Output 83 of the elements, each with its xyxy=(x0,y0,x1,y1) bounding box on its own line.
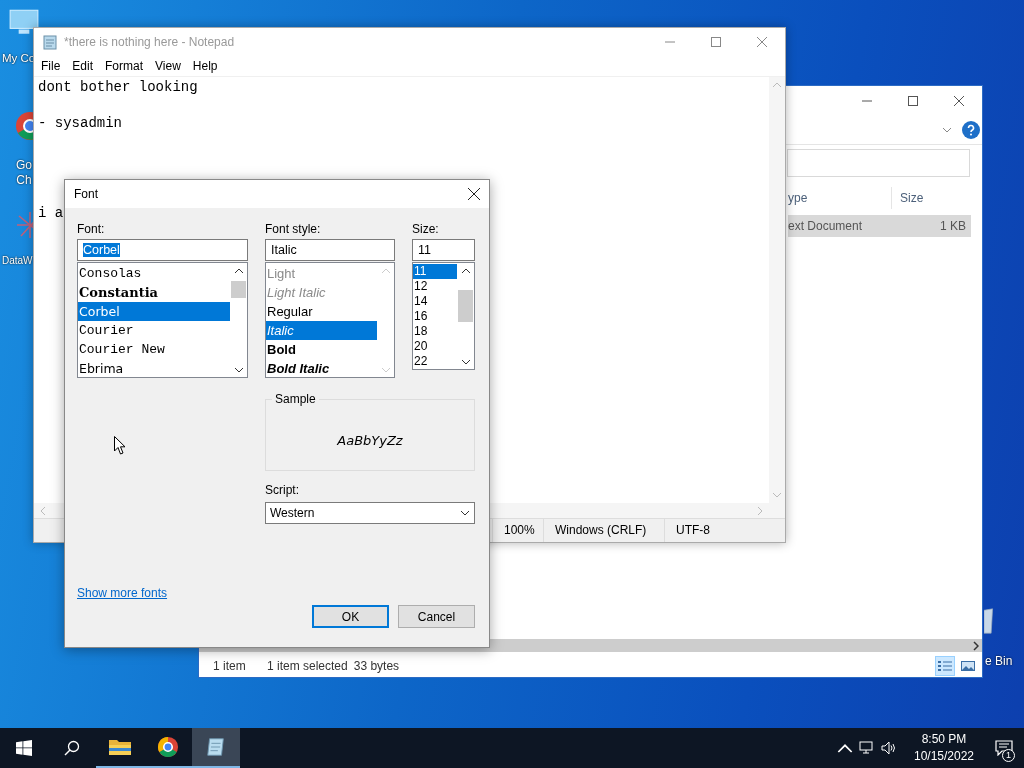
notifications-button[interactable]: 1 xyxy=(984,728,1024,768)
notification-count: 1 xyxy=(1002,749,1015,762)
font-size-item[interactable]: 18 xyxy=(413,324,457,339)
desktop-icon-label[interactable]: Go Ch xyxy=(14,158,34,188)
notepad-taskbar-button[interactable] xyxy=(192,728,240,768)
font-style-item[interactable]: Regular xyxy=(266,302,377,321)
font-size-item[interactable]: 16 xyxy=(413,309,457,324)
maximize-icon[interactable] xyxy=(711,37,721,47)
font-list-item[interactable]: Courier New xyxy=(78,340,230,359)
notepad-icon xyxy=(42,34,58,50)
encoding: UTF-8 xyxy=(664,519,710,542)
ok-button[interactable]: OK xyxy=(312,605,389,628)
message-icon[interactable] xyxy=(995,740,1013,756)
font-size-item[interactable]: 12 xyxy=(413,279,457,294)
selection-size: 33 bytes xyxy=(353,659,400,673)
font-style-item[interactable]: Bold Italic xyxy=(266,359,377,378)
show-more-fonts-link[interactable]: Show more fonts xyxy=(77,586,168,600)
script-dropdown[interactable]: Western xyxy=(265,502,475,524)
volume-icon[interactable] xyxy=(881,741,897,755)
maximize-icon[interactable] xyxy=(908,96,918,106)
font-style-item[interactable]: Italic xyxy=(266,321,377,340)
font-list-item[interactable]: Corbel xyxy=(78,302,230,321)
clock-time[interactable]: 8:50 PM xyxy=(921,731,967,748)
search-field[interactable] xyxy=(787,149,970,177)
table-cell-text: 1 KB xyxy=(939,219,967,233)
menu-item[interactable]: View xyxy=(149,59,187,73)
field-label: Size: xyxy=(412,221,440,238)
chevron-down-icon[interactable] xyxy=(460,510,470,516)
font-style-item[interactable]: Light xyxy=(266,264,377,283)
font-list-item[interactable]: Consolas xyxy=(78,264,230,283)
close-icon[interactable] xyxy=(954,96,964,106)
line-ending: Windows (CRLF) xyxy=(543,519,664,542)
column-header[interactable]: ype xyxy=(788,187,891,209)
computer-icon[interactable] xyxy=(8,8,40,36)
font-list-item[interactable]: Constantia xyxy=(78,283,230,302)
font-size-item[interactable]: 14 xyxy=(413,294,457,309)
chrome-icon[interactable] xyxy=(156,736,180,758)
font-list-item[interactable]: Ebrima xyxy=(78,359,230,378)
desktop-icon-label[interactable]: DataW xyxy=(2,253,33,268)
desktop-icon-label[interactable]: e Bin xyxy=(985,654,1013,669)
field-label: Script: xyxy=(265,482,300,499)
scroll-up-icon[interactable] xyxy=(233,268,244,274)
file-row[interactable]: ext Document 1 KB xyxy=(788,215,971,237)
field-label: Font style: xyxy=(265,221,322,238)
windows-logo-icon[interactable] xyxy=(16,740,32,756)
group-label: Sample xyxy=(272,392,319,406)
font-size-item[interactable]: 20 xyxy=(413,339,457,354)
field-label: Font: xyxy=(77,221,106,238)
font-style-item[interactable]: Light Italic xyxy=(266,283,377,302)
zoom-level: 100% xyxy=(492,519,543,542)
scrollbar-thumb[interactable] xyxy=(231,281,246,298)
menu-item[interactable]: File xyxy=(35,59,67,73)
scroll-right-icon[interactable] xyxy=(973,640,979,651)
font-name-field[interactable]: Corbel xyxy=(77,239,248,261)
item-count: 1 item xyxy=(213,659,247,673)
scroll-up-icon[interactable] xyxy=(460,268,471,274)
font-size-item[interactable]: 11 xyxy=(413,264,457,279)
menu-item[interactable]: Format xyxy=(99,59,150,73)
font-style-field[interactable]: Italic xyxy=(265,239,395,261)
scroll-up-icon xyxy=(380,268,391,274)
cancel-button[interactable]: Cancel xyxy=(398,605,475,628)
font-size-item[interactable]: 22 xyxy=(413,354,457,369)
selection-status: 1 item selected xyxy=(267,659,348,673)
search-icon[interactable] xyxy=(64,740,80,756)
sample-text: AaBbYyZz xyxy=(337,432,403,448)
dialog-title: Font xyxy=(74,187,98,201)
font-size-field[interactable]: 11 xyxy=(412,239,475,261)
table-cell-text: ext Document xyxy=(788,219,864,233)
window-title: *there is nothing here - Notepad xyxy=(64,35,235,49)
menu-item[interactable]: Help xyxy=(186,59,224,73)
font-style-item[interactable]: Bold xyxy=(266,340,377,359)
pointer-icon xyxy=(114,436,126,455)
scrollbar-thumb[interactable] xyxy=(458,290,473,322)
font-list-item[interactable]: Courier xyxy=(78,321,230,340)
clock-date[interactable]: 10/15/2022 xyxy=(913,748,975,765)
scroll-down-icon[interactable] xyxy=(460,359,471,365)
help-icon[interactable] xyxy=(962,121,980,139)
menu-item[interactable]: Edit xyxy=(66,59,100,73)
scroll-down-icon[interactable] xyxy=(233,367,244,373)
column-header[interactable]: Size xyxy=(891,187,971,209)
network-icon[interactable] xyxy=(859,741,875,755)
scroll-down-icon xyxy=(380,367,391,373)
close-icon[interactable] xyxy=(468,188,480,200)
